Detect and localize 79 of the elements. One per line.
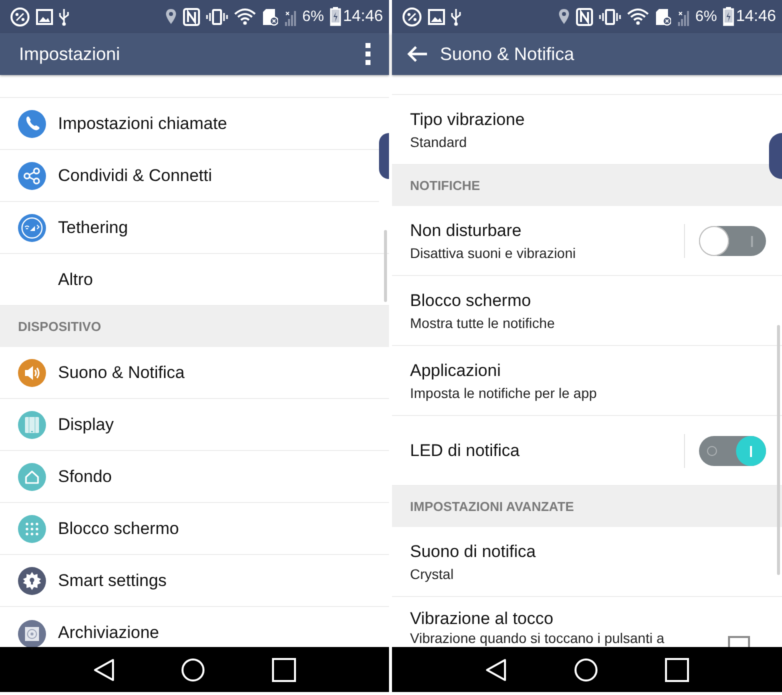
clock: 14:46	[736, 8, 776, 26]
section-title: IMPOSTAZIONI AVANZATE	[410, 499, 574, 514]
vibrate-icon	[599, 8, 622, 26]
row-title: Altro	[58, 270, 94, 290]
percent-circle-icon	[10, 6, 30, 26]
image-icon	[36, 8, 53, 24]
wifi-icon	[627, 8, 650, 25]
row-subtitle: Mostra tutte le notifiche	[410, 314, 556, 330]
back-nav-button[interactable]	[93, 658, 116, 682]
row-title: Smart settings	[58, 570, 168, 590]
dot-grid-icon	[18, 514, 46, 542]
sd-card-icon	[262, 8, 278, 26]
nfc-icon	[576, 8, 594, 26]
row-title: Vibrazione al tocco	[410, 609, 554, 629]
clock: 14:46	[342, 8, 383, 26]
vibrate-icon	[206, 8, 228, 26]
usb-icon	[59, 8, 69, 26]
phone-icon	[18, 110, 46, 138]
back-nav-button[interactable]	[485, 658, 508, 682]
edge-handle[interactable]	[769, 133, 782, 179]
location-pin-icon	[165, 8, 178, 26]
share-icon	[18, 162, 46, 190]
home-nav-button[interactable]	[574, 658, 598, 682]
scrollbar	[384, 230, 387, 302]
row-title: Impostazioni chiamate	[58, 114, 228, 134]
recents-nav-button[interactable]	[272, 658, 296, 682]
screen-title: Impostazioni	[19, 44, 120, 64]
section-title: DISPOSITIVO	[18, 319, 102, 334]
row-subtitle: Imposta le notifiche per le app	[410, 384, 598, 400]
row-title: Tipo vibrazione	[410, 110, 526, 130]
toggle-switch[interactable]	[699, 226, 766, 256]
row-subtitle: Vibrazione quando si toccano i pulsanti a	[410, 630, 666, 646]
display-icon	[18, 410, 46, 438]
sd-card-icon	[655, 8, 672, 26]
battery-icon	[722, 7, 734, 26]
battery-percent: 6%	[302, 8, 324, 25]
edge-handle[interactable]	[379, 133, 389, 179]
row-title: Non disturbare	[410, 220, 523, 240]
toggle-switch[interactable]	[699, 436, 766, 466]
wifi-icon	[234, 8, 256, 25]
row-title: Blocco schermo	[58, 518, 180, 538]
row-title: Sfondo	[58, 466, 113, 486]
back-arrow-icon	[406, 45, 428, 63]
overflow-menu-button[interactable]	[363, 41, 373, 67]
row-title: Suono di notifica	[410, 542, 537, 562]
speaker-icon	[18, 358, 46, 386]
back-triangle-icon	[485, 658, 508, 682]
row-title: Condividi & Connetti	[58, 166, 214, 186]
recents-nav-button[interactable]	[664, 658, 689, 682]
home-icon	[18, 462, 46, 490]
recents-square-icon	[272, 658, 296, 682]
home-nav-button[interactable]	[181, 658, 206, 682]
row-title: LED di notifica	[410, 440, 521, 460]
row-subtitle: Disattiva suoni e vibrazioni	[410, 244, 577, 260]
image-icon	[428, 8, 445, 24]
screen-title: Suono & Notifica	[440, 44, 574, 64]
location-pin-icon	[558, 8, 570, 26]
usb-icon	[451, 8, 461, 26]
battery-percent: 6%	[695, 8, 717, 25]
more-vertical-icon	[365, 43, 371, 65]
row-title: Suono & Notifica	[58, 362, 186, 382]
row-title: Applicazioni	[410, 360, 502, 380]
nfc-icon	[183, 8, 200, 26]
percent-circle-icon	[402, 6, 422, 26]
section-title: NOTIFICHE	[410, 178, 480, 193]
row-title: Tethering	[58, 218, 129, 238]
back-triangle-icon	[93, 658, 116, 682]
hotspot-icon	[18, 214, 46, 242]
recents-square-icon	[664, 658, 689, 682]
row-title: Display	[58, 414, 115, 434]
storage-icon	[18, 620, 46, 647]
home-circle-icon	[181, 658, 206, 682]
row-title: Archiviazione	[58, 623, 160, 643]
battery-icon	[330, 7, 341, 26]
row-title: Blocco schermo	[410, 290, 532, 310]
row-subtitle: Crystal	[410, 566, 455, 582]
row-subtitle: Standard	[410, 134, 468, 150]
gear-icon	[18, 566, 46, 594]
home-circle-icon	[574, 658, 598, 682]
